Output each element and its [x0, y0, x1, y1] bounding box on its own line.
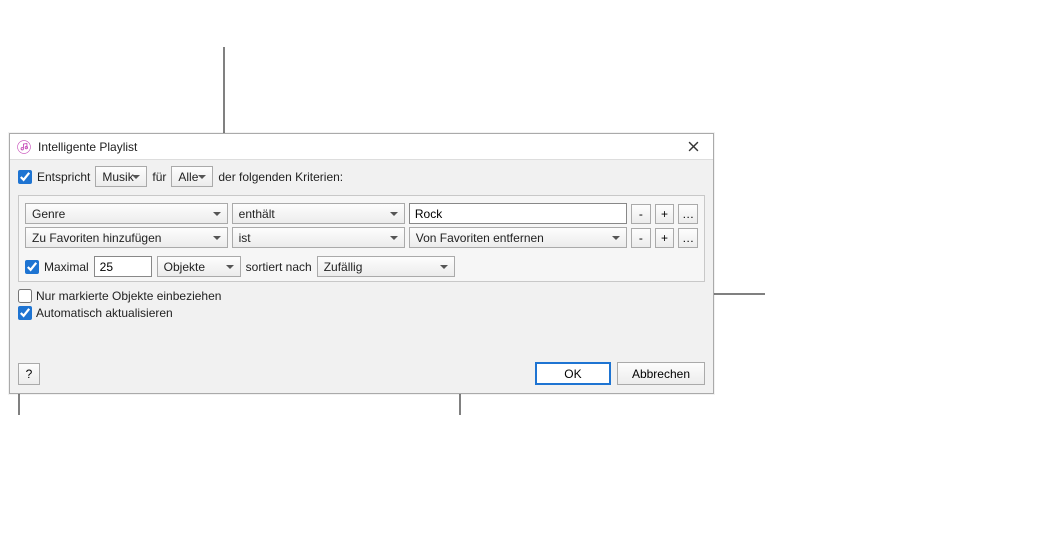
titlebar: Intelligente Playlist	[10, 134, 713, 160]
remove-rule-button[interactable]: -	[631, 228, 651, 248]
match-scope-select[interactable]: Alle	[171, 166, 213, 187]
sort-value: Zufällig	[324, 260, 363, 274]
match-checkbox[interactable]	[18, 170, 32, 184]
rule-row: Zu Favoriten hinzufügen ist Von Favorite…	[25, 227, 698, 248]
rule-field-value: Zu Favoriten hinzufügen	[32, 231, 161, 245]
rule-op-select[interactable]: enthält	[232, 203, 405, 224]
ok-button[interactable]: OK	[535, 362, 611, 385]
window-title: Intelligente Playlist	[38, 140, 137, 154]
rule-field-select[interactable]: Genre	[25, 203, 228, 224]
limit-unit-value: Objekte	[164, 260, 205, 274]
live-update-checkbox[interactable]	[18, 306, 32, 320]
help-button[interactable]: ?	[18, 363, 40, 385]
rule-op-value: ist	[239, 231, 251, 245]
smart-playlist-dialog: Intelligente Playlist Entspricht Musik f…	[9, 133, 714, 394]
only-checked-checkbox[interactable]	[18, 289, 32, 303]
rule-field-select[interactable]: Zu Favoriten hinzufügen	[25, 227, 228, 248]
rules-box: Genre enthält - + … Zu Favoriten hinzufü…	[18, 195, 705, 282]
rule-more-button[interactable]: …	[678, 204, 698, 224]
rule-row: Genre enthält - + …	[25, 203, 698, 224]
itunes-icon	[16, 139, 32, 155]
match-scope-value: Alle	[178, 170, 198, 184]
limit-label: Maximal	[44, 260, 89, 274]
rule-value-value: Von Favoriten entfernen	[416, 231, 544, 245]
close-icon	[688, 139, 699, 155]
limit-row: Maximal Objekte sortiert nach Zufällig	[25, 256, 698, 277]
match-join-label: für	[152, 170, 166, 184]
remove-rule-button[interactable]: -	[631, 204, 651, 224]
dialog-footer: ? OK Abbrechen	[18, 362, 705, 385]
options-area: Nur markierte Objekte einbeziehen Automa…	[10, 282, 713, 320]
rule-op-select[interactable]: ist	[232, 227, 405, 248]
add-rule-button[interactable]: +	[655, 228, 675, 248]
match-suffix-label: der folgenden Kriterien:	[218, 170, 343, 184]
rule-field-value: Genre	[32, 207, 65, 221]
limit-unit-select[interactable]: Objekte	[157, 256, 241, 277]
limit-checkbox[interactable]	[25, 260, 39, 274]
rule-value-select[interactable]: Von Favoriten entfernen	[409, 227, 627, 248]
sort-select[interactable]: Zufällig	[317, 256, 455, 277]
limit-amount-input[interactable]	[94, 256, 152, 277]
live-update-label: Automatisch aktualisieren	[36, 306, 173, 320]
match-source-select[interactable]: Musik	[95, 166, 147, 187]
only-checked-label: Nur markierte Objekte einbeziehen	[36, 289, 221, 303]
rule-op-value: enthält	[239, 207, 275, 221]
rule-more-button[interactable]: …	[678, 228, 698, 248]
match-source-value: Musik	[102, 170, 133, 184]
rule-value-input[interactable]	[409, 203, 627, 224]
match-label: Entspricht	[37, 170, 90, 184]
sort-label: sortiert nach	[246, 260, 312, 274]
close-button[interactable]	[673, 134, 713, 160]
add-rule-button[interactable]: +	[655, 204, 675, 224]
match-row: Entspricht Musik für Alle der folgenden …	[10, 160, 713, 195]
cancel-button[interactable]: Abbrechen	[617, 362, 705, 385]
